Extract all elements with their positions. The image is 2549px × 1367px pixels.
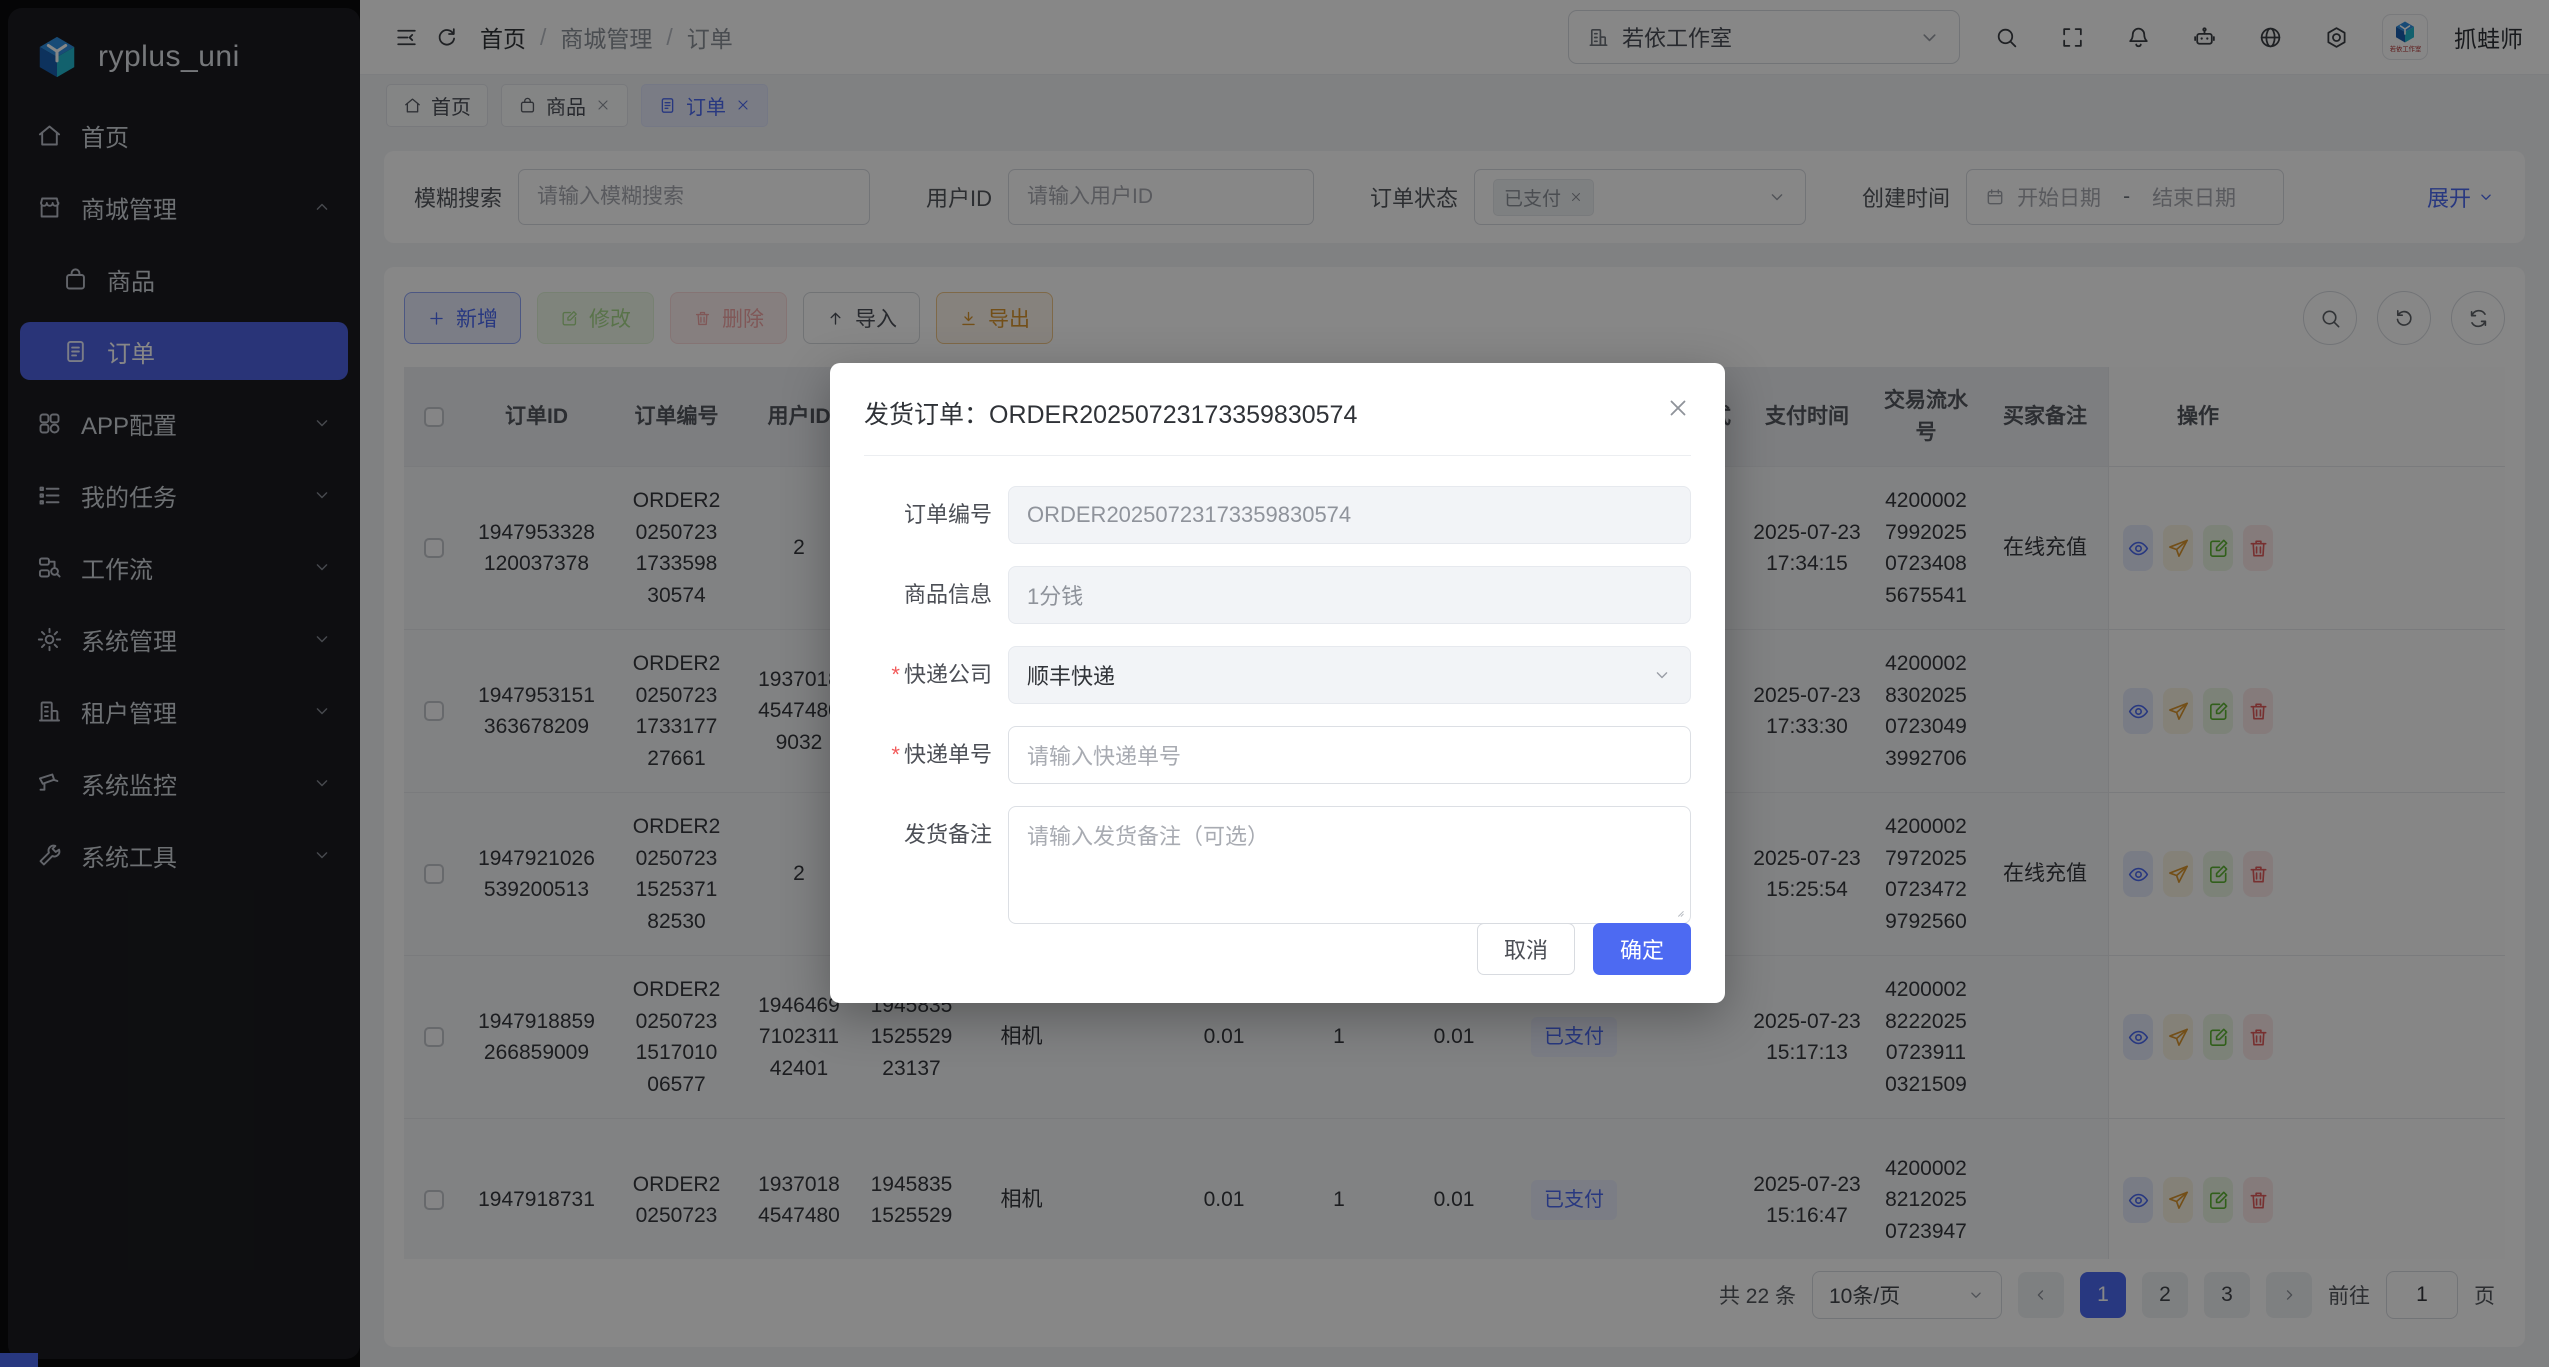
modal-body: 订单编号 ORDER20250723173359830574 商品信息 1分钱 … bbox=[864, 456, 1691, 924]
resize-icon bbox=[1671, 904, 1685, 918]
modal-title: 发货订单：ORDER20250723173359830574 bbox=[864, 395, 1357, 431]
goods-info-row: 商品信息 1分钱 bbox=[864, 566, 1691, 624]
tracking-no-row: 快递单号 请输入快递单号 bbox=[864, 726, 1691, 784]
tracking-no-input[interactable]: 请输入快递单号 bbox=[1008, 726, 1691, 784]
modal-footer: 取消 确定 bbox=[1477, 923, 1691, 975]
ship-remark-label: 发货备注 bbox=[864, 806, 992, 864]
ship-order-modal: 发货订单：ORDER20250723173359830574 订单编号 ORDE… bbox=[830, 363, 1725, 1003]
express-company-label: 快递公司 bbox=[864, 646, 992, 704]
order-no-label: 订单编号 bbox=[864, 486, 992, 544]
close-icon bbox=[1665, 395, 1691, 421]
modal-header: 发货订单：ORDER20250723173359830574 bbox=[864, 389, 1691, 456]
chevron-down-icon bbox=[1652, 665, 1672, 685]
tracking-no-label: 快递单号 bbox=[864, 726, 992, 784]
goods-info-label: 商品信息 bbox=[864, 566, 992, 624]
express-company-select[interactable]: 顺丰快递 bbox=[1008, 646, 1691, 704]
confirm-button[interactable]: 确定 bbox=[1593, 923, 1691, 975]
ship-remark-row: 发货备注 请输入发货备注（可选） bbox=[864, 806, 1691, 924]
cancel-button[interactable]: 取消 bbox=[1477, 923, 1575, 975]
order-no-input: ORDER20250723173359830574 bbox=[1008, 486, 1691, 544]
app-root: ryplus_uni 首页商城管理商品订单APP配置我的任务工作流系统管理租户管… bbox=[0, 0, 2549, 1367]
order-no-row: 订单编号 ORDER20250723173359830574 bbox=[864, 486, 1691, 544]
goods-info-input: 1分钱 bbox=[1008, 566, 1691, 624]
ship-remark-textarea[interactable]: 请输入发货备注（可选） bbox=[1008, 806, 1691, 924]
express-company-row: 快递公司 顺丰快递 bbox=[864, 646, 1691, 704]
